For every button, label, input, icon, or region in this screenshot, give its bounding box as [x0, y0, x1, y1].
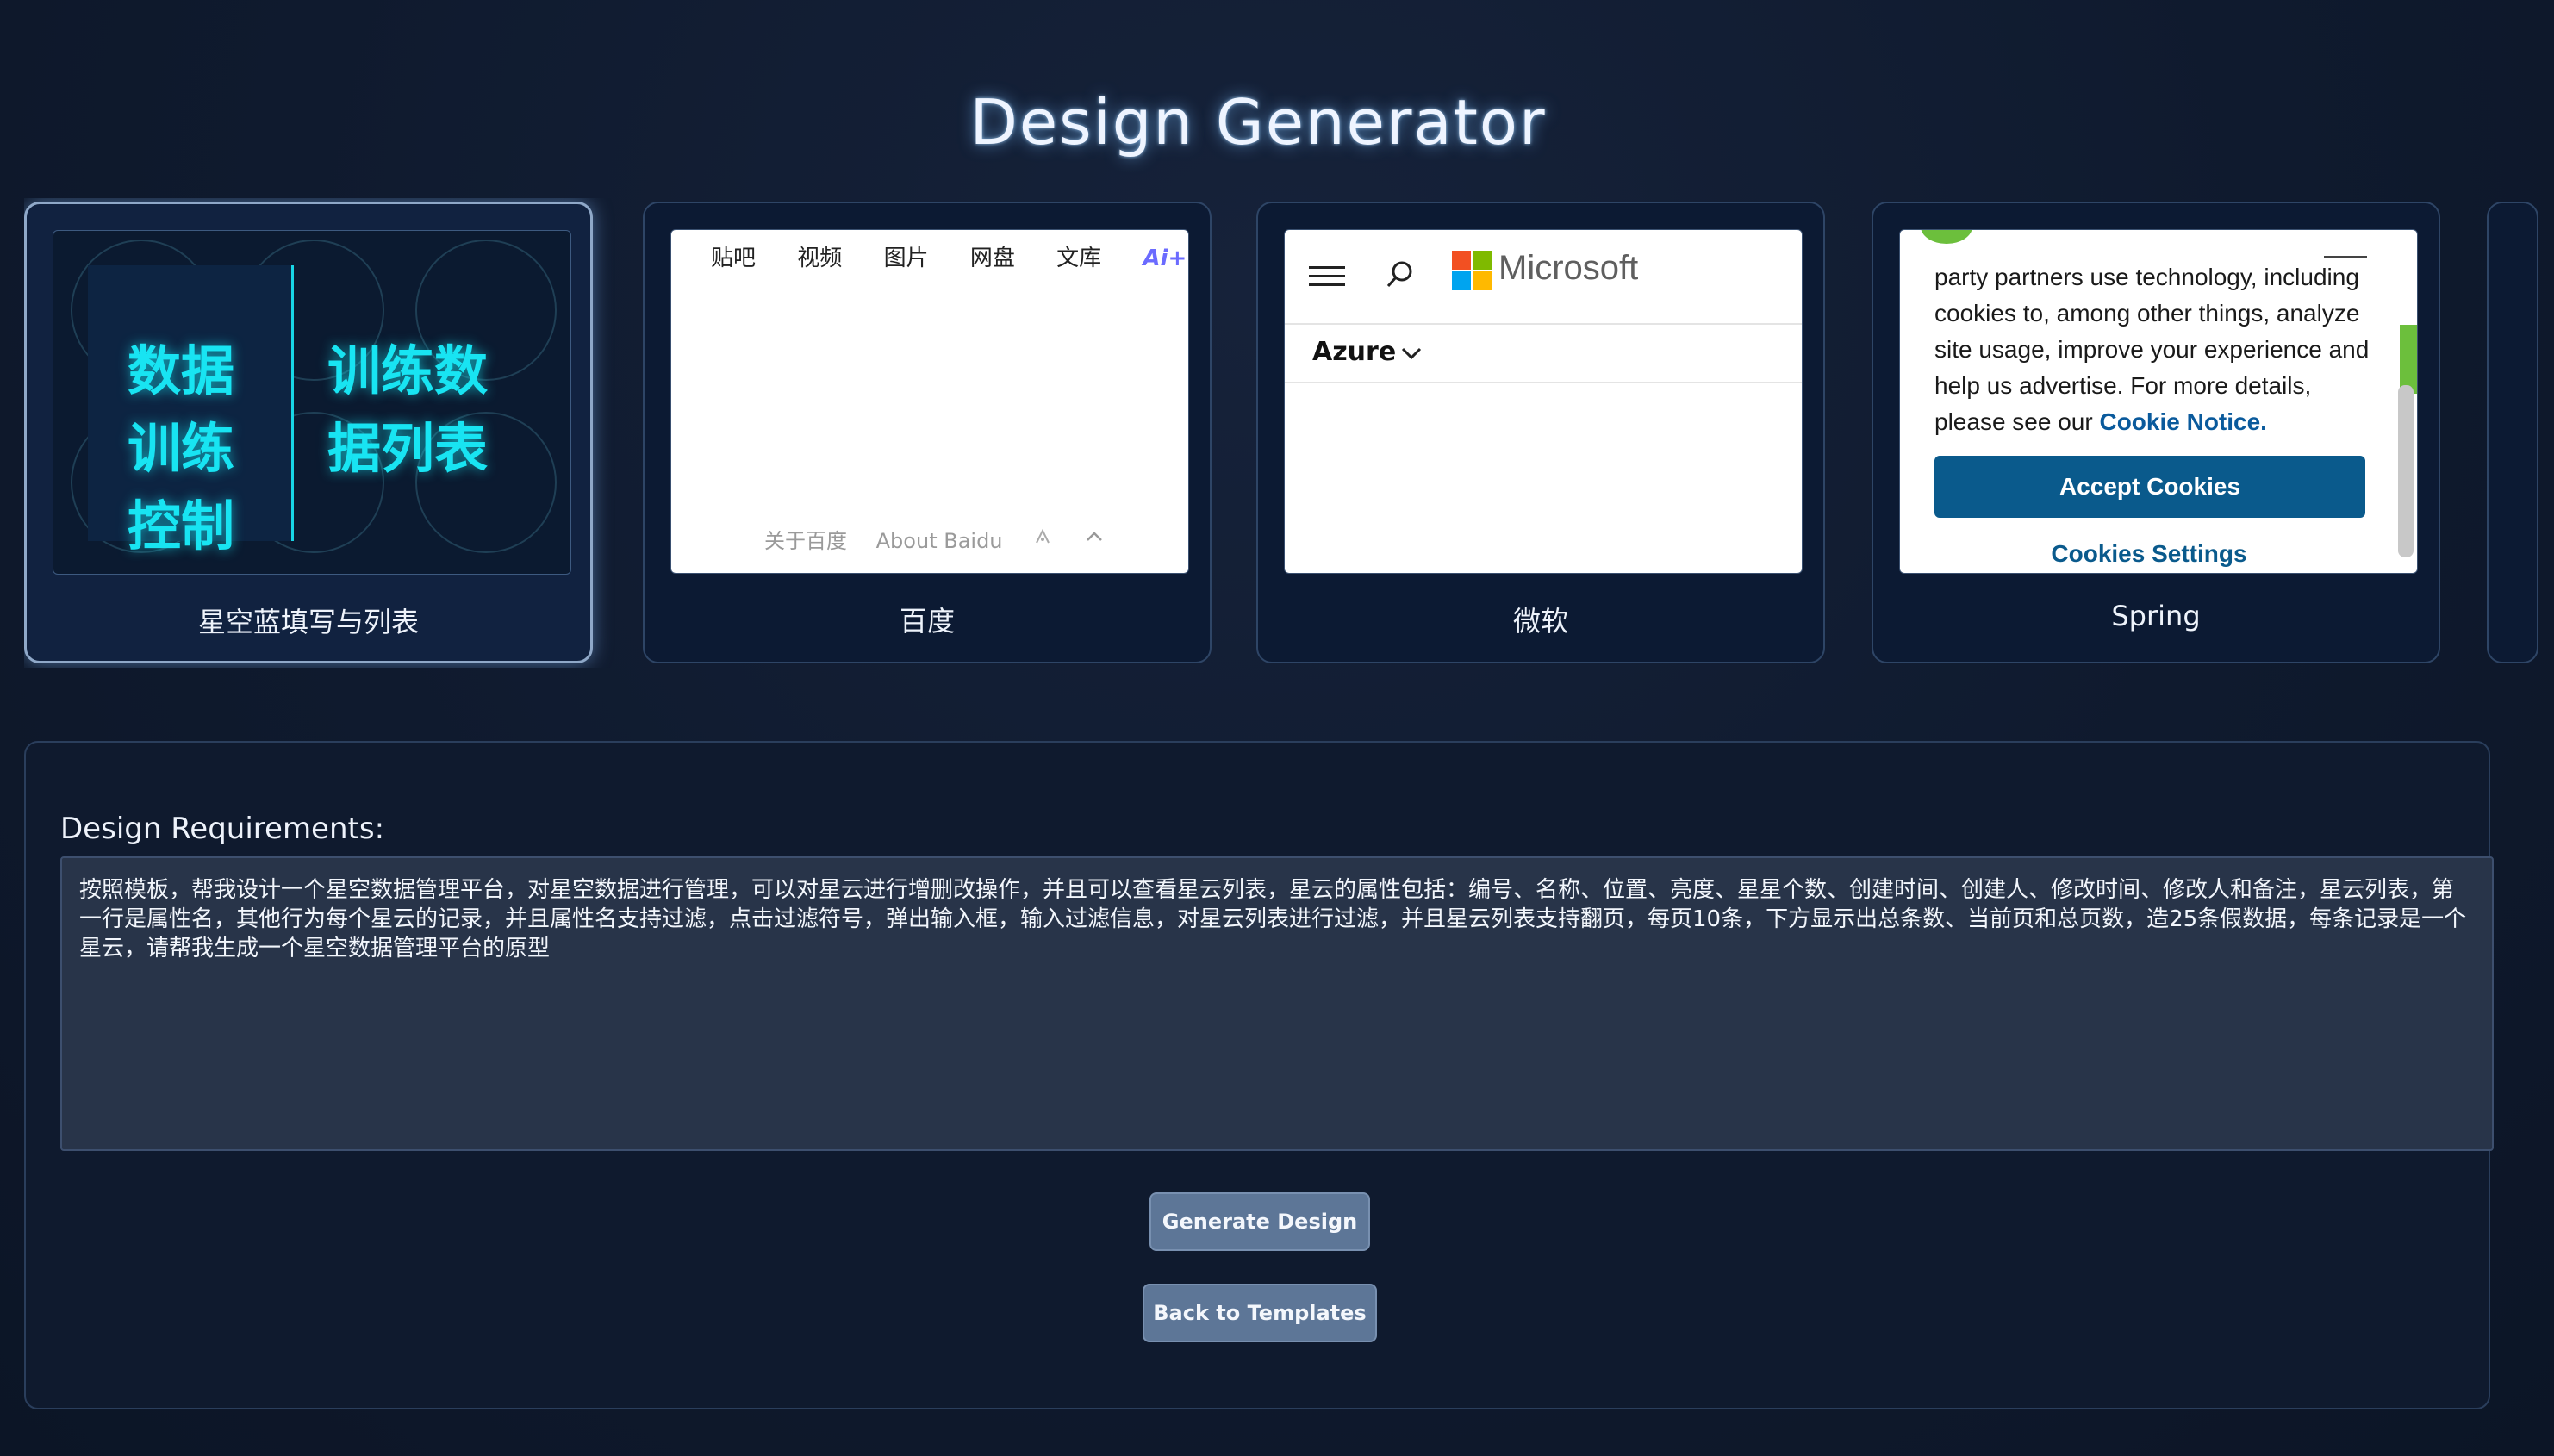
template-card-label: Spring [2111, 600, 2201, 632]
accept-cookies-button: Accept Cookies [1934, 456, 2365, 518]
template-card-partial[interactable] [2487, 202, 2538, 663]
chevron-down-icon [1398, 340, 1424, 370]
template-carousel[interactable]: 数据 训练 控制 训练数 据列表 星空蓝填写与列表 贴吧 视频 图片 网盘 文库… [24, 198, 2554, 668]
template-card-microsoft[interactable]: Microsoft Azure 微软 [1256, 202, 1825, 663]
back-to-templates-button[interactable]: Back to Templates [1143, 1284, 1377, 1342]
hamburger-menu-icon [1309, 263, 1347, 294]
template-card-starry-blue[interactable]: 数据 训练 控制 训练数 据列表 星空蓝填写与列表 [24, 202, 593, 663]
preview-nav-item: 视频 [797, 246, 843, 271]
accessibility-icon [1031, 528, 1061, 553]
preview-menu: Azure [1285, 323, 1802, 383]
cookies-settings-link: Cookies Settings [2051, 540, 2247, 567]
preview-nav-item: 图片 [883, 246, 929, 271]
template-card-label: 星空蓝填写与列表 [197, 606, 419, 638]
preview-text: 据列表 [327, 417, 489, 480]
template-card-label: 微软 [1512, 605, 1568, 638]
template-preview: 数据 训练 控制 训练数 据列表 [53, 230, 571, 575]
cookie-notice-link: Cookie Notice. [2099, 408, 2267, 435]
preview-text: 训练数 [327, 339, 489, 402]
spring-logo-icon [1921, 230, 1972, 244]
template-card-spring[interactable]: party partners use technology, including… [1872, 202, 2440, 663]
preview-text: 控制 [128, 495, 235, 557]
preview-nav-item: 文库 [1056, 246, 1102, 271]
template-preview: Microsoft Azure [1284, 229, 1803, 574]
search-icon [1383, 258, 1417, 296]
requirements-label: Design Requirements: [60, 812, 385, 846]
brand-name: Microsoft [1498, 249, 1639, 287]
template-preview: party partners use technology, including… [1899, 229, 2418, 574]
preview-footer-link: 关于百度 [764, 529, 847, 553]
preview-nav-item: 网盘 [969, 246, 1015, 271]
menu-icon [2324, 256, 2367, 258]
preview-header: Microsoft [1285, 230, 1802, 325]
decor-strip [2400, 325, 2417, 394]
chevron-up-icon [1083, 529, 1106, 553]
requirements-textarea[interactable]: 按照模板，帮我设计一个星空数据管理平台，对星空数据进行管理，可以对星云进行增删改… [60, 856, 2494, 1151]
preview-footer-link: About Baidu [875, 529, 1003, 553]
template-card-baidu[interactable]: 贴吧 视频 图片 网盘 文库 Ai+ 关于百度 About Baidu 百度 [643, 202, 1212, 663]
template-card-label: 百度 [899, 605, 955, 638]
preview-nav: 贴吧 视频 图片 网盘 文库 Ai+ [711, 240, 1188, 272]
design-form: Design Requirements: 按照模板，帮我设计一个星空数据管理平台… [24, 741, 2494, 1409]
preview-text: 数据 [128, 339, 235, 402]
cookie-text: party partners use technology, including… [1934, 259, 2383, 440]
ai-badge: Ai+ [1143, 246, 1187, 271]
generate-design-button[interactable]: Generate Design [1149, 1192, 1370, 1251]
page-title: Design Generator [969, 86, 1547, 159]
scrollbar [2398, 385, 2414, 557]
preview-nav-item: 贴吧 [711, 246, 757, 271]
microsoft-logo-icon [1452, 251, 1493, 296]
preview-text: 训练 [128, 417, 235, 480]
menu-label: Azure [1312, 337, 1397, 367]
template-preview: 贴吧 视频 图片 网盘 文库 Ai+ 关于百度 About Baidu [670, 229, 1189, 574]
preview-footer: 关于百度 About Baidu [764, 524, 1128, 554]
